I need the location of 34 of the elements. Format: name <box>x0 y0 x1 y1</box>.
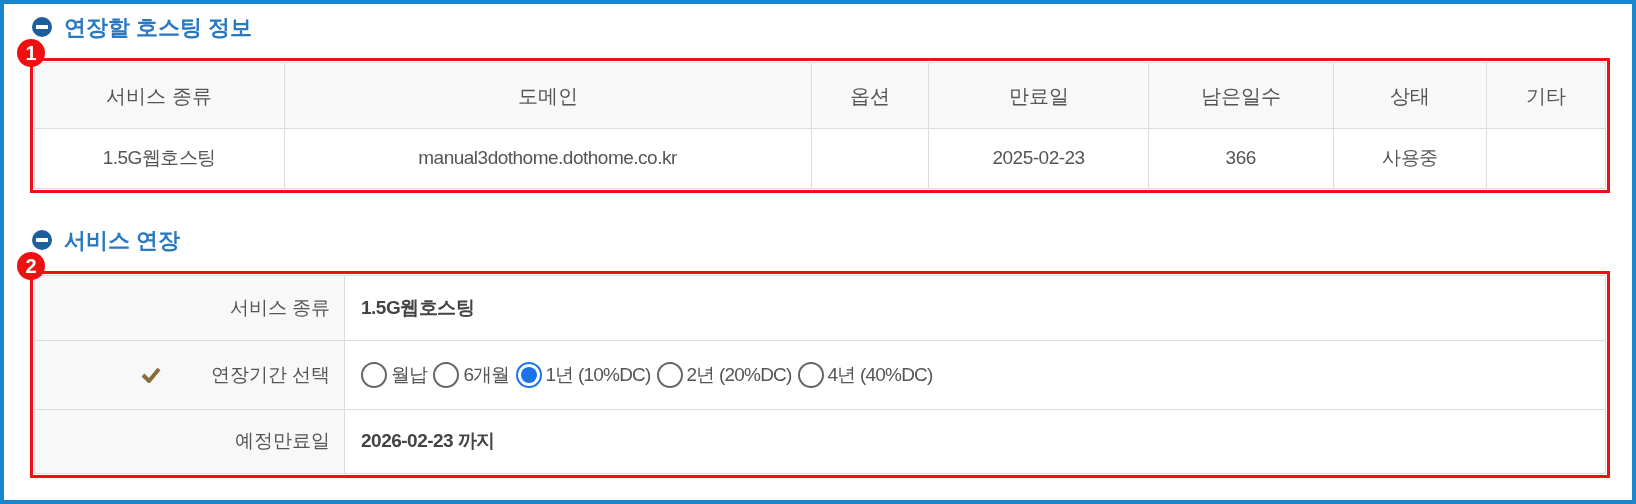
section-title: 서비스 연장 <box>64 226 181 255</box>
column-header: 만료일 <box>1008 83 1069 109</box>
field-value: 1.5G웹호스팅 <box>361 295 475 320</box>
section-title: 연장할 호스팅 정보 <box>64 13 253 42</box>
column-header: 서비스 종류 <box>106 83 213 109</box>
field-label: 예정만료일 <box>235 429 330 454</box>
table-cell-text: manual3dothome.dothome.co.kr <box>418 146 677 171</box>
column-header: 상태 <box>1389 83 1430 109</box>
field-value: 2026-02-23 까지 <box>361 429 495 454</box>
field-label: 서비스 종류 <box>229 295 330 320</box>
column-header: 도메인 <box>517 83 578 109</box>
radio-button[interactable] <box>361 362 387 388</box>
radio-button[interactable] <box>656 362 683 388</box>
radio-button[interactable] <box>433 362 460 388</box>
radio-option[interactable]: 월납 <box>361 360 428 390</box>
table-cell-text: 사용중 <box>1382 146 1438 171</box>
collapse-icon[interactable] <box>32 230 52 250</box>
table-cell-text: 1.5G웹호스팅 <box>102 146 216 171</box>
radio-option[interactable]: 1년 (10%DC) <box>515 360 651 390</box>
column-header: 남은일수 <box>1200 83 1281 109</box>
column-header: 기타 <box>1526 83 1567 109</box>
check-icon <box>140 367 161 383</box>
step-badge: 1 <box>17 39 45 67</box>
radio-option[interactable]: 4년 (40%DC) <box>797 360 933 390</box>
field-label: 연장기간 선택 <box>210 362 330 387</box>
table-cell-text: 2025-02-23 <box>992 146 1085 171</box>
radio-button[interactable] <box>515 362 542 388</box>
collapse-icon[interactable] <box>32 17 52 37</box>
step-badge: 2 <box>17 252 45 280</box>
radio-button[interactable] <box>797 362 824 388</box>
table-cell-text: 366 <box>1225 146 1256 171</box>
column-header: 옵션 <box>849 83 890 109</box>
radio-option[interactable]: 2년 (20%DC) <box>656 360 792 390</box>
radio-option[interactable]: 6개월 <box>433 360 510 390</box>
